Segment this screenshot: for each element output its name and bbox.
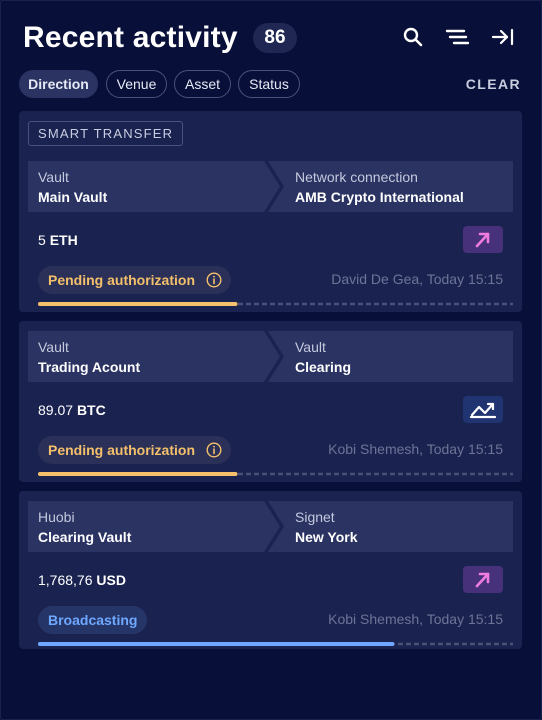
destination-label: Vault — [295, 339, 326, 355]
source-label: Vault — [38, 339, 69, 355]
filter-chip-direction[interactable]: Direction — [19, 70, 98, 98]
smart-transfer-tag: SMART TRANSFER — [28, 121, 184, 146]
progress-bar — [38, 302, 513, 306]
status-text: Pending authorization — [48, 272, 195, 288]
arrow-up-right-icon[interactable] — [463, 566, 503, 593]
status-badge: Broadcasting — [38, 606, 148, 634]
transaction-card[interactable]: Huobi Clearing Vault Signet New York 1,7… — [19, 491, 522, 649]
internal-transfer-icon[interactable] — [463, 396, 503, 423]
status-badge: Pending authorization — [38, 436, 231, 464]
destination-value: Clearing — [295, 359, 352, 375]
status-badge: Pending authorization — [38, 266, 231, 294]
status-text: Broadcasting — [48, 612, 138, 628]
destination-label: Network connection — [295, 169, 418, 185]
progress-bar — [38, 642, 513, 646]
source-label: Huobi — [38, 509, 75, 525]
info-icon[interactable] — [206, 442, 222, 458]
source-value: Trading Acount — [38, 359, 141, 375]
amount-number: 1,768,76 — [38, 572, 93, 588]
destination-label: Signet — [295, 509, 335, 525]
transfer-route: Vault Main Vault Network connection AMB … — [28, 161, 513, 212]
collapse-right-icon[interactable] — [491, 25, 515, 49]
activity-count-badge: 86 — [253, 23, 297, 53]
progress-fill — [38, 302, 238, 306]
progress-fill — [38, 472, 238, 476]
initiator-timestamp: Kobi Shemesh, Today 15:15 — [328, 611, 503, 627]
filter-chip-venue[interactable]: Venue — [106, 70, 167, 98]
progress-fill — [38, 642, 395, 646]
amount: 5 ETH — [38, 232, 78, 248]
filter-bar: Direction Venue Asset Status CLEAR — [19, 70, 521, 100]
transaction-card[interactable]: SMART TRANSFER Vault Main Vault Network … — [19, 111, 522, 312]
amount: 1,768,76 USD — [38, 572, 126, 588]
transaction-card[interactable]: Vault Trading Acount Vault Clearing 89.0… — [19, 321, 522, 482]
amount-number: 5 — [38, 232, 46, 248]
destination-value: AMB Crypto International — [295, 189, 464, 205]
amount-asset: ETH — [49, 232, 78, 248]
source-label: Vault — [38, 169, 69, 185]
header: Recent activity 86 — [23, 19, 521, 59]
transfer-route: Vault Trading Acount Vault Clearing — [28, 331, 513, 382]
progress-bar — [38, 472, 513, 476]
info-icon[interactable] — [206, 272, 222, 288]
initiator-timestamp: Kobi Shemesh, Today 15:15 — [328, 441, 503, 457]
activity-panel: Recent activity 86 Direction Venue Asset… — [0, 0, 542, 720]
amount-number: 89.07 — [38, 402, 74, 418]
search-icon[interactable] — [401, 25, 425, 49]
filter-chip-status[interactable]: Status — [238, 70, 300, 98]
transfer-route: Huobi Clearing Vault Signet New York — [28, 501, 513, 552]
page-title: Recent activity — [23, 21, 238, 54]
status-text: Pending authorization — [48, 442, 195, 458]
source-value: Clearing Vault — [38, 529, 132, 545]
filter-lines-icon[interactable] — [445, 25, 469, 49]
filter-chip-asset[interactable]: Asset — [174, 70, 231, 98]
destination-value: New York — [295, 529, 358, 545]
amount-asset: BTC — [76, 402, 106, 418]
amount-asset: USD — [96, 572, 126, 588]
clear-filters-button[interactable]: CLEAR — [466, 76, 521, 92]
initiator-timestamp: David De Gea, Today 15:15 — [331, 271, 503, 287]
amount: 89.07 BTC — [38, 402, 106, 418]
arrow-up-right-icon[interactable] — [463, 226, 503, 253]
source-value: Main Vault — [38, 189, 108, 205]
